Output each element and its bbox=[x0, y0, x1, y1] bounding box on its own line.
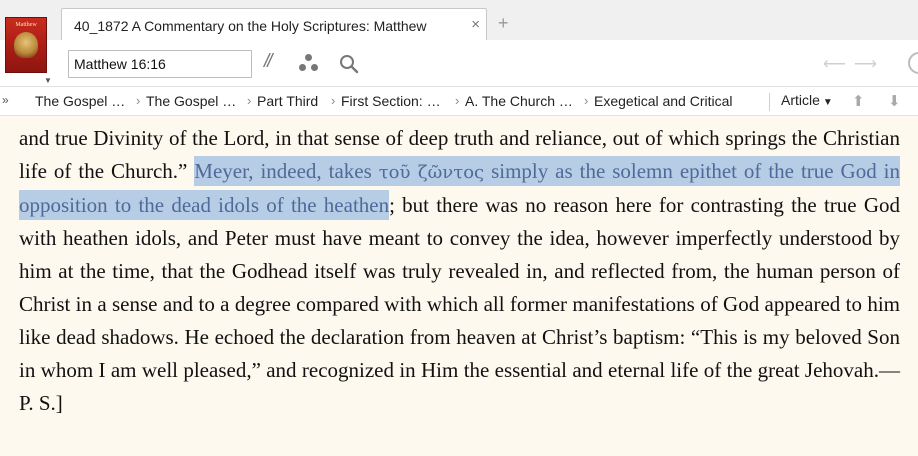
cover-title: Matthew bbox=[15, 22, 37, 28]
breadcrumb-item[interactable]: Part Third bbox=[257, 93, 318, 109]
breadcrumb-overflow-icon[interactable]: » bbox=[2, 93, 9, 107]
breadcrumb-item[interactable]: The Gospel … bbox=[146, 93, 236, 109]
breadcrumb-separator: › bbox=[331, 93, 336, 108]
next-article-icon[interactable]: ⬇ bbox=[888, 92, 901, 110]
breadcrumb-separator: › bbox=[455, 93, 460, 108]
close-icon[interactable]: × bbox=[471, 16, 480, 33]
breadcrumb-separator: › bbox=[584, 93, 589, 108]
forward-arrow-icon[interactable]: ⟶ bbox=[854, 54, 877, 74]
article-menu-button[interactable]: Article ▼ bbox=[781, 92, 833, 108]
breadcrumb-item[interactable]: Exegetical and Critical bbox=[594, 93, 733, 109]
breadcrumb-divider bbox=[769, 93, 770, 111]
chevron-down-icon: ▼ bbox=[822, 97, 833, 108]
commentary-paragraph: and true Divinity of the Lord, in that s… bbox=[19, 122, 900, 420]
breadcrumb-separator: › bbox=[247, 93, 252, 108]
back-arrow-icon[interactable]: ⟵ bbox=[823, 54, 846, 74]
tab-title: 40_1872 A Commentary on the Holy Scriptu… bbox=[74, 18, 427, 34]
article-menu-label: Article bbox=[781, 92, 820, 108]
breadcrumb-item[interactable]: The Gospel … bbox=[35, 93, 125, 109]
tab-strip: 40_1872 A Commentary on the Holy Scriptu… bbox=[0, 0, 918, 42]
breadcrumb-item[interactable]: First Section: … bbox=[341, 93, 441, 109]
tab-commentary-matthew[interactable]: 40_1872 A Commentary on the Holy Scriptu… bbox=[61, 8, 487, 42]
breadcrumb-item[interactable]: A. The Church … bbox=[465, 93, 573, 109]
new-tab-icon[interactable]: + bbox=[498, 13, 509, 34]
breadcrumb-separator: › bbox=[136, 93, 141, 108]
search-icon[interactable] bbox=[339, 54, 359, 74]
reference-input[interactable] bbox=[68, 50, 252, 78]
greek-phrase: τοῦ ζῶντος bbox=[378, 162, 485, 183]
resource-cover[interactable]: Matthew bbox=[5, 17, 47, 73]
toolbar: // ⟵ ⟶ bbox=[0, 40, 918, 86]
sync-icon[interactable] bbox=[908, 52, 918, 74]
parallel-resources-icon[interactable]: // bbox=[264, 51, 272, 73]
previous-article-icon[interactable]: ⬆ bbox=[852, 92, 865, 110]
breadcrumb: » The Gospel … › The Gospel … › Part Thi… bbox=[0, 86, 918, 116]
text-run: ; but there was no reason here for contr… bbox=[19, 193, 900, 415]
cover-art-icon bbox=[14, 32, 38, 58]
reading-pane: and true Divinity of the Lord, in that s… bbox=[0, 116, 918, 456]
highlighted-text: Meyer, indeed, takes bbox=[194, 159, 379, 183]
visual-filters-icon[interactable] bbox=[298, 54, 320, 74]
cover-dropdown-icon[interactable]: ▼ bbox=[44, 76, 52, 85]
